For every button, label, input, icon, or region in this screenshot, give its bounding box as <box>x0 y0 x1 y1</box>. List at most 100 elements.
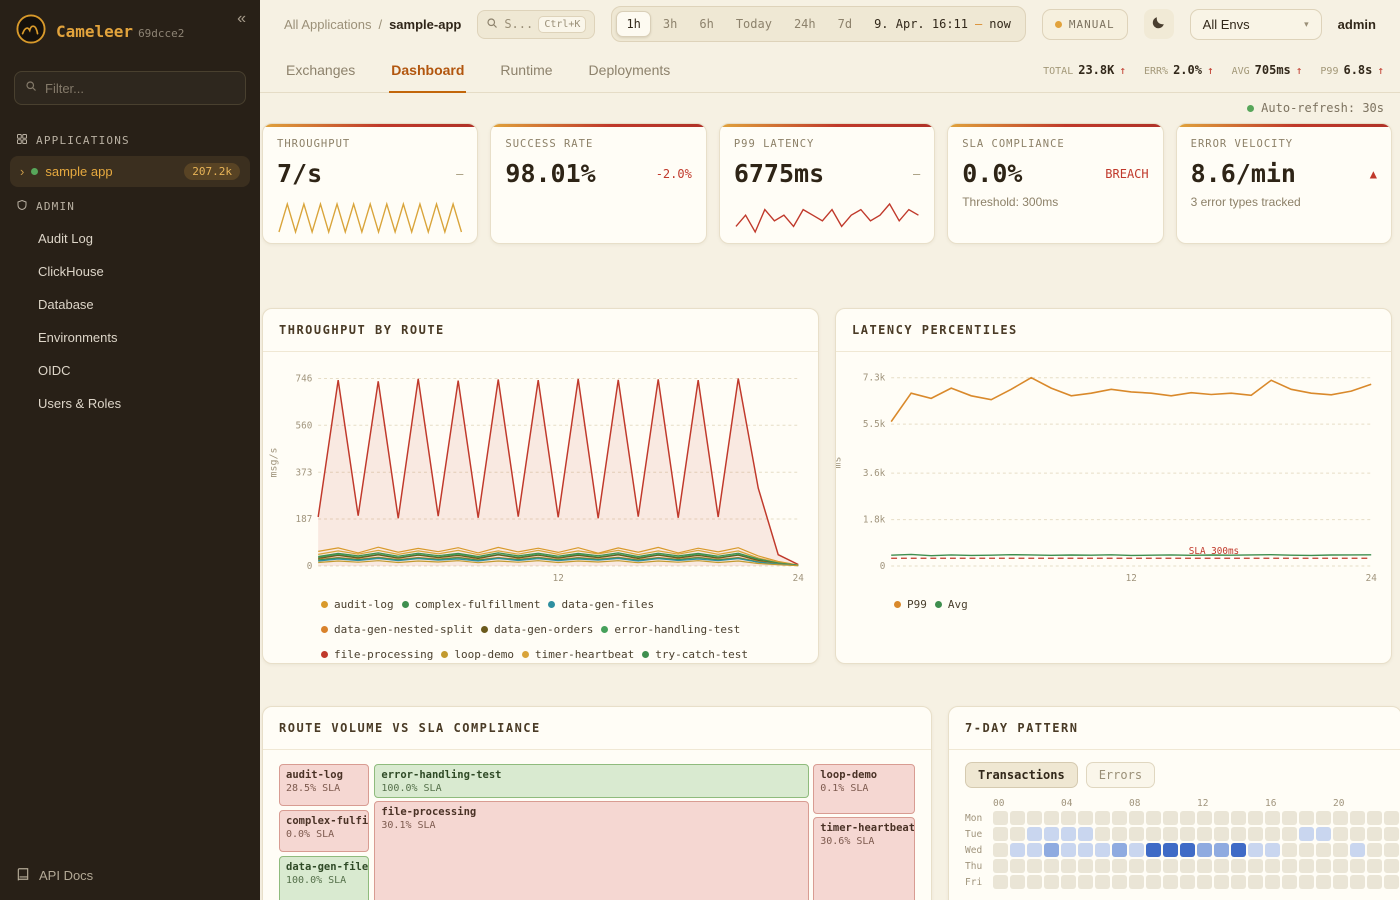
heatmap-cell[interactable] <box>1231 811 1246 825</box>
heatmap-cell[interactable] <box>993 811 1008 825</box>
heatmap-cell[interactable] <box>1112 811 1127 825</box>
heatmap-cell[interactable] <box>1129 875 1144 889</box>
heatmap-cell[interactable] <box>1095 811 1110 825</box>
legend-item-data-gen-files[interactable]: data-gen-files <box>548 598 654 611</box>
heatmap-cell[interactable] <box>1367 843 1382 857</box>
heatmap-cell[interactable] <box>1197 827 1212 841</box>
heatmap-cell[interactable] <box>1197 843 1212 857</box>
heatmap-cell[interactable] <box>1010 859 1025 873</box>
legend-item-audit-log[interactable]: audit-log <box>321 598 394 611</box>
heatmap-cell[interactable] <box>1146 843 1161 857</box>
heatmap-cell[interactable] <box>1197 811 1212 825</box>
heatmap-cell[interactable] <box>1384 827 1399 841</box>
time-range-7d[interactable]: 7d <box>828 11 862 37</box>
heatmap-cell[interactable] <box>1044 843 1059 857</box>
heatmap-cell[interactable] <box>1248 875 1263 889</box>
treemap-cell-data-gen-files[interactable]: data-gen-files100.0% SLA <box>279 856 369 900</box>
heatmap-cell[interactable] <box>1299 827 1314 841</box>
heatmap-cell[interactable] <box>1078 843 1093 857</box>
heatmap-cell[interactable] <box>1163 859 1178 873</box>
treemap-cell-loop-demo[interactable]: loop-demo0.1% SLA <box>813 764 915 814</box>
heatmap-cell[interactable] <box>1367 875 1382 889</box>
heatmap-cell[interactable] <box>1316 875 1331 889</box>
heatmap-cell[interactable] <box>1265 827 1280 841</box>
heatmap-cell[interactable] <box>1197 875 1212 889</box>
heatmap-cell[interactable] <box>1350 843 1365 857</box>
heatmap-cell[interactable] <box>1265 811 1280 825</box>
heatmap-cell[interactable] <box>1231 875 1246 889</box>
heatmap-cell[interactable] <box>1265 843 1280 857</box>
legend-item-timer-heartbeat[interactable]: timer-heartbeat <box>522 648 634 661</box>
heatmap-cell[interactable] <box>1214 811 1229 825</box>
heatmap-cell[interactable] <box>1248 843 1263 857</box>
time-range-6h[interactable]: 6h <box>689 11 723 37</box>
heatmap-cell[interactable] <box>1095 875 1110 889</box>
time-range-24h[interactable]: 24h <box>784 11 826 37</box>
heatmap-cell[interactable] <box>1146 827 1161 841</box>
legend-item-file-processing[interactable]: file-processing <box>321 648 433 661</box>
heatmap-cell[interactable] <box>1299 859 1314 873</box>
heatmap-cell[interactable] <box>1180 827 1195 841</box>
heatmap-cell[interactable] <box>1316 811 1331 825</box>
heatmap-cell[interactable] <box>1367 811 1382 825</box>
heatmap-cell[interactable] <box>1078 859 1093 873</box>
heatmap-cell[interactable] <box>1367 859 1382 873</box>
time-range-today[interactable]: Today <box>726 11 782 37</box>
heatmap-cell[interactable] <box>1095 859 1110 873</box>
heatmap-cell[interactable] <box>1333 875 1348 889</box>
heatmap-cell[interactable] <box>1044 811 1059 825</box>
heatmap-cell[interactable] <box>1214 843 1229 857</box>
legend-item-p99[interactable]: P99 <box>894 598 927 611</box>
heatmap-cell[interactable] <box>1180 859 1195 873</box>
heatmap-cell[interactable] <box>1061 859 1076 873</box>
heatmap-cell[interactable] <box>1061 811 1076 825</box>
heatmap-cell[interactable] <box>1163 843 1178 857</box>
user-label[interactable]: admin <box>1338 17 1376 32</box>
heatmap-cell[interactable] <box>1350 827 1365 841</box>
heatmap-cell[interactable] <box>1027 811 1042 825</box>
heatmap-cell[interactable] <box>1163 875 1178 889</box>
heatmap-tab-errors[interactable]: Errors <box>1086 762 1155 788</box>
heatmap-cell[interactable] <box>1282 827 1297 841</box>
treemap-cell-audit-log[interactable]: audit-log28.5% SLA <box>279 764 369 806</box>
tab-deployments[interactable]: Deployments <box>587 48 673 93</box>
env-selector[interactable]: All Envs ▾ <box>1190 9 1322 40</box>
collapse-sidebar-button[interactable]: « <box>237 10 246 28</box>
heatmap-cell[interactable] <box>1197 859 1212 873</box>
heatmap-cell[interactable] <box>1129 811 1144 825</box>
treemap-cell-timer-heartbeat[interactable]: timer-heartbeat30.6% SLA <box>813 817 915 900</box>
heatmap-cell[interactable] <box>1095 827 1110 841</box>
heatmap-cell[interactable] <box>1248 827 1263 841</box>
heatmap-cell[interactable] <box>1078 827 1093 841</box>
legend-item-try-catch-test[interactable]: try-catch-test <box>642 648 748 661</box>
heatmap-cell[interactable] <box>1248 811 1263 825</box>
heatmap-cell[interactable] <box>1384 811 1399 825</box>
legend-item-error-handling-test[interactable]: error-handling-test <box>601 623 740 636</box>
heatmap-cell[interactable] <box>993 843 1008 857</box>
heatmap-cell[interactable] <box>1044 875 1059 889</box>
heatmap-cell[interactable] <box>1027 843 1042 857</box>
heatmap-cell[interactable] <box>1112 859 1127 873</box>
heatmap-cell[interactable] <box>1299 875 1314 889</box>
legend-item-avg[interactable]: Avg <box>935 598 968 611</box>
heatmap-cell[interactable] <box>1316 827 1331 841</box>
heatmap-cell[interactable] <box>1214 859 1229 873</box>
heatmap-cell[interactable] <box>1044 859 1059 873</box>
heatmap-cell[interactable] <box>1146 811 1161 825</box>
heatmap-cell[interactable] <box>1010 811 1025 825</box>
sidebar-item-sample-app[interactable]: › sample app 207.2k <box>10 156 250 187</box>
heatmap-cell[interactable] <box>1384 859 1399 873</box>
heatmap-tab-transactions[interactable]: Transactions <box>965 762 1078 788</box>
heatmap-cell[interactable] <box>1180 843 1195 857</box>
sidebar-item-users-roles[interactable]: Users & Roles <box>0 387 260 420</box>
sidebar-item-clickhouse[interactable]: ClickHouse <box>0 255 260 288</box>
heatmap-cell[interactable] <box>1163 811 1178 825</box>
heatmap-cell[interactable] <box>1112 843 1127 857</box>
heatmap-cell[interactable] <box>1350 859 1365 873</box>
sidebar-item-audit-log[interactable]: Audit Log <box>0 222 260 255</box>
heatmap-cell[interactable] <box>1129 859 1144 873</box>
heatmap-cell[interactable] <box>1146 875 1161 889</box>
heatmap-cell[interactable] <box>1333 811 1348 825</box>
heatmap-cell[interactable] <box>1010 843 1025 857</box>
heatmap-cell[interactable] <box>1333 843 1348 857</box>
